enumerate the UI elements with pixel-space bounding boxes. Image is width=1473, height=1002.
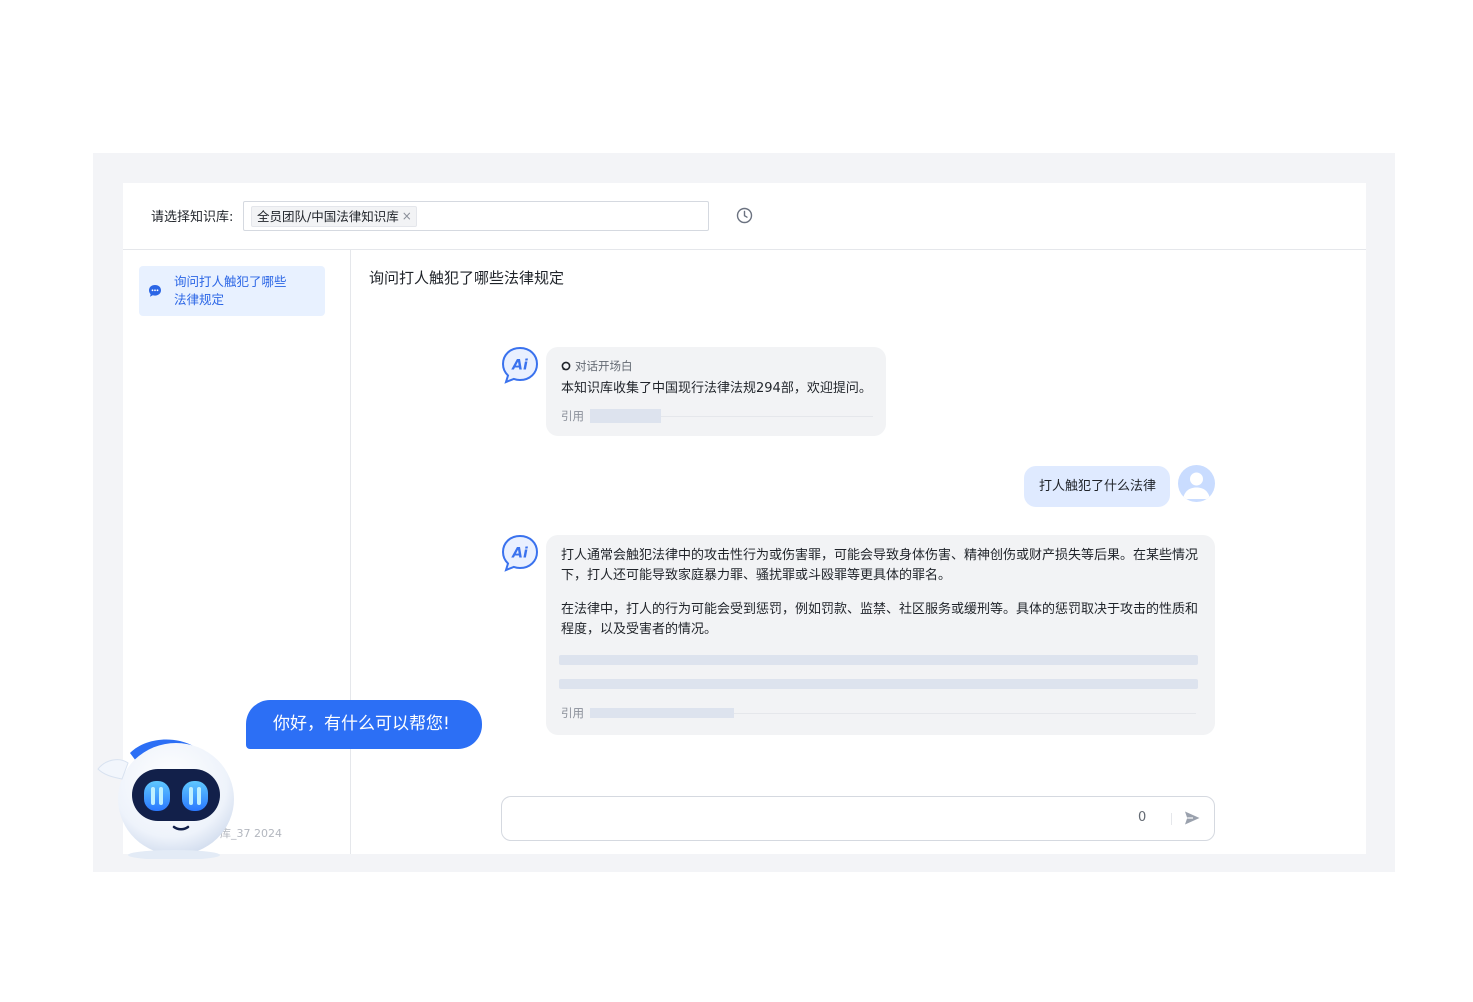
knowledge-base-tag-label: 全员团队/中国法律知识库 [257, 209, 399, 224]
ai-message-answer: 打人通常会触犯法律中的攻击性行为或伤害罪，可能会导致身体伤害、精神创伤或财产损失… [546, 535, 1215, 735]
ai-avatar-icon: Ai [501, 346, 539, 384]
bot-greeting-bubble[interactable]: 你好，有什么可以帮您! [246, 700, 482, 749]
citation-placeholder[interactable] [590, 409, 661, 423]
header-divider [123, 249, 1366, 250]
citation-row: 引用 [561, 408, 873, 424]
scene-icon [561, 361, 571, 371]
knowledge-base-select[interactable]: 全员团队/中国法律知识库 × [243, 201, 709, 231]
svg-text:Ai: Ai [511, 546, 528, 562]
svg-text:Ai: Ai [511, 358, 528, 374]
content-placeholder-bar [559, 655, 1198, 665]
chat-title: 询问打人触犯了哪些法律规定 [369, 269, 565, 287]
ai-message-text: 本知识库收集了中国现行法律法规294部，欢迎提问。 [561, 381, 872, 396]
scene-label-text: 对话开场白 [575, 359, 633, 373]
sidebar-item-label: 询问打人触犯了哪些法律规定 [174, 274, 287, 307]
send-icon[interactable] [1183, 809, 1201, 827]
scene-label: 对话开场白 [561, 358, 633, 374]
chat-input[interactable]: 0 [501, 796, 1215, 841]
input-separator [1171, 813, 1172, 825]
content-placeholder-bar [559, 679, 1198, 689]
char-count: 0 [1138, 810, 1147, 825]
user-avatar-icon [1183, 472, 1210, 499]
citation-label: 引用 [561, 409, 584, 423]
ai-avatar-icon: Ai [501, 534, 539, 572]
sidebar-item-conversation[interactable]: 询问打人触犯了哪些法律规定 [139, 266, 325, 316]
citation-row: 引用 [561, 705, 1196, 721]
user-avatar [1178, 465, 1215, 502]
knowledge-base-label: 请选择知识库: [151, 210, 234, 225]
user-message: 打人触犯了什么法律 [1024, 466, 1170, 507]
ai-message-welcome: 对话开场白 本知识库收集了中国现行法律法规294部，欢迎提问。 引用 [546, 347, 886, 436]
citation-label: 引用 [561, 706, 584, 720]
tag-remove-icon[interactable]: × [402, 207, 412, 226]
answer-paragraph: 打人通常会触犯法律中的攻击性行为或伤害罪，可能会导致身体伤害、精神创伤或财产损失… [561, 548, 1199, 583]
clock-icon[interactable] [736, 207, 753, 224]
citation-placeholder[interactable] [590, 708, 734, 718]
citation-rule [734, 712, 1196, 714]
robot-assistant-icon[interactable] [96, 739, 244, 859]
knowledge-base-tag: 全员团队/中国法律知识库 × [251, 206, 417, 227]
citation-rule [661, 415, 873, 417]
answer-paragraph: 在法律中，打人的行为可能会受到惩罚，例如罚款、监禁、社区服务或缓刑等。具体的惩罚… [561, 602, 1199, 637]
sidebar-divider [350, 250, 351, 854]
chat-bubble-icon [149, 285, 161, 297]
